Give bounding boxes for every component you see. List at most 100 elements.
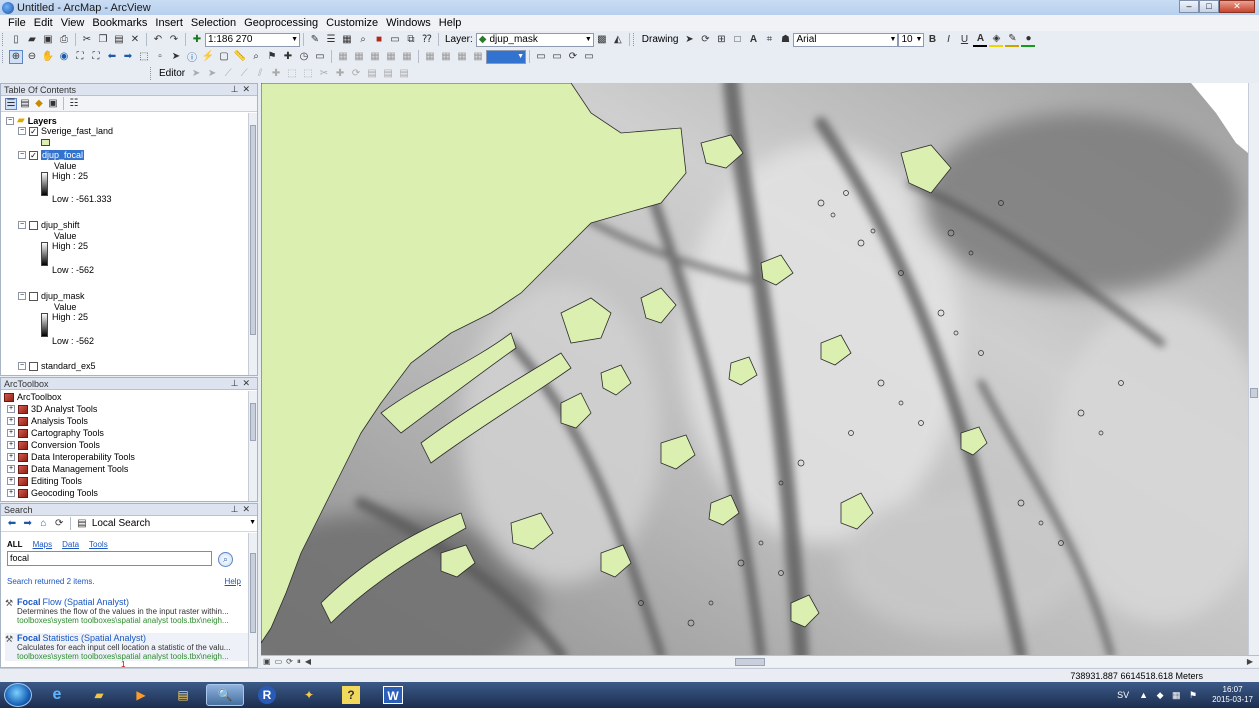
toc-options-icon[interactable]: ☷ <box>68 98 80 110</box>
search-scope-select[interactable]: Local Search ▼ <box>90 517 257 531</box>
menu-customize[interactable]: Customize <box>322 17 382 29</box>
r-console-icon[interactable]: R <box>248 684 286 706</box>
font-color-picker-icon[interactable]: ☗ <box>778 33 792 47</box>
clear-selection-icon[interactable]: ▫ <box>153 50 167 64</box>
arctoolbox-root[interactable]: ArcToolbox <box>4 392 62 402</box>
fill-color-icon[interactable]: ◈ <box>989 33 1004 47</box>
layout-zoom-icon[interactable]: ▦ <box>352 50 366 64</box>
menu-windows[interactable]: Windows <box>382 17 435 29</box>
swipe-icon[interactable]: ▩ <box>595 33 609 47</box>
menu-view[interactable]: View <box>57 17 89 29</box>
time-slider-icon[interactable]: ◷ <box>297 50 311 64</box>
toolbox-data-interoperability[interactable]: + Data Interoperability Tools <box>7 452 135 462</box>
line-color-icon[interactable]: ✎ <box>1005 33 1020 47</box>
map-canvas[interactable] <box>261 83 1248 655</box>
list-by-source-icon[interactable]: ▤ <box>19 98 31 110</box>
pin-icon[interactable]: ⊥ <box>231 378 243 388</box>
list-by-selection-icon[interactable]: ▣ <box>47 98 59 110</box>
fixed-zoom-out-icon[interactable]: ⛶ <box>89 50 103 64</box>
help-taskbar-icon[interactable]: ? <box>332 684 370 706</box>
refresh-icon[interactable]: ⟳ <box>52 517 66 531</box>
underline-button[interactable]: U <box>957 33 971 47</box>
layer-row-djup-focal[interactable]: − ✓ djup_focal <box>18 150 85 160</box>
close-panel-icon[interactable]: ✕ <box>242 84 254 94</box>
internet-explorer-icon[interactable]: e <box>38 684 76 706</box>
effects-icon[interactable]: ▦ <box>439 50 453 64</box>
pin-icon[interactable]: ⊥ <box>231 504 243 514</box>
layer-visibility-checkbox[interactable] <box>29 361 38 371</box>
whats-this-icon[interactable]: ⁇ <box>420 33 434 47</box>
text-icon[interactable]: A <box>746 33 760 47</box>
edit-vertices-gray-icon[interactable]: ⬚ <box>285 67 299 81</box>
bold-button[interactable]: B <box>925 33 939 47</box>
italic-button[interactable]: I <box>941 33 955 47</box>
menu-selection[interactable]: Selection <box>187 17 240 29</box>
brightness-icon[interactable]: ▦ <box>471 50 485 64</box>
map-vscroll-thumb[interactable] <box>1250 388 1258 398</box>
list-by-drawing-order-icon[interactable]: ☰ <box>5 97 17 110</box>
search-go-button[interactable]: ⌕ <box>218 552 233 567</box>
arccatalog-icon[interactable]: ▤ <box>164 684 202 706</box>
close-panel-icon[interactable]: ✕ <box>242 378 254 388</box>
fixed-zoom-in-icon[interactable]: ⛶ <box>73 50 87 64</box>
delete-icon[interactable]: ✕ <box>128 33 142 47</box>
language-indicator[interactable]: SV <box>1117 690 1129 700</box>
full-extent-icon[interactable]: ◉ <box>57 50 71 64</box>
back-extent-icon[interactable]: ⬅ <box>105 50 119 64</box>
menu-insert[interactable]: Insert <box>151 17 187 29</box>
forward-icon[interactable]: ➡ <box>21 517 35 531</box>
rectangle-icon[interactable]: □ <box>730 33 744 47</box>
table-of-contents-icon[interactable]: ☰ <box>324 33 338 47</box>
forward-extent-icon[interactable]: ➡ <box>121 50 135 64</box>
undo-icon[interactable]: ↶ <box>151 33 165 47</box>
toolbox-geocoding[interactable]: + Geocoding Tools <box>7 488 98 498</box>
pause-drawing-icon[interactable]: ▭ <box>582 50 596 64</box>
catalog-window-icon[interactable]: ▦ <box>340 33 354 47</box>
add-data-icon[interactable]: ✚ <box>190 33 204 47</box>
select-elements-icon[interactable]: ➤ <box>682 33 696 47</box>
word-icon[interactable]: W <box>374 684 412 706</box>
refresh-view-button[interactable]: ⟳ <box>286 657 293 666</box>
search-input[interactable]: focal <box>7 551 212 566</box>
edit-annotation-icon[interactable]: ➤ <box>205 67 219 81</box>
search-result[interactable]: ⚒ Focal Statistics (Spatial Analyst) Cal… <box>5 633 249 661</box>
map-scale-combo[interactable]: 1:186 270 ▼ <box>205 32 300 47</box>
image-analysis-icon[interactable]: ▦ <box>423 50 437 64</box>
tray-icons[interactable]: ▲ ◆ ▦ ⚑ <box>1139 690 1200 701</box>
text-color-icon[interactable]: A <box>973 33 988 47</box>
pin-icon[interactable]: ⊥ <box>231 84 243 94</box>
go-to-xy-icon[interactable]: ✚ <box>281 50 295 64</box>
select-features-icon[interactable]: ⬚ <box>137 50 151 64</box>
media-player-icon[interactable]: ▶ <box>122 684 160 706</box>
menu-bookmarks[interactable]: Bookmarks <box>88 17 151 29</box>
zoom-to-elements-icon[interactable]: ⊞ <box>714 33 728 47</box>
straight-segment-icon[interactable]: ⟋ <box>221 67 235 81</box>
close-button[interactable]: ✕ <box>1219 0 1255 13</box>
clock[interactable]: 16:07 2015-03-17 <box>1212 685 1253 705</box>
html-popup-icon[interactable]: ▢ <box>217 50 231 64</box>
layout-extent-icon[interactable]: ▦ <box>384 50 398 64</box>
toc-scroll-thumb[interactable] <box>250 125 256 335</box>
measure-icon[interactable]: 📏 <box>233 50 247 64</box>
attributes-icon[interactable]: ▤ <box>365 67 379 81</box>
toolbox-conversion[interactable]: + Conversion Tools <box>7 440 100 450</box>
filter-all[interactable]: ALL <box>7 540 23 549</box>
layer-row-djup-shift[interactable]: − djup_shift <box>18 220 80 230</box>
layout-pan-icon[interactable]: ▦ <box>368 50 382 64</box>
create-viewer-window-icon[interactable]: ▭ <box>313 50 327 64</box>
layer-row-standard-ex5[interactable]: − standard_ex5 <box>18 361 96 371</box>
toolbox-analysis[interactable]: + Analysis Tools <box>7 416 88 426</box>
back-icon[interactable]: ⬅ <box>5 517 19 531</box>
layout-page-icon[interactable]: ▦ <box>400 50 414 64</box>
start-button[interactable] <box>4 683 32 707</box>
redo-icon[interactable]: ↷ <box>167 33 181 47</box>
arctoolbox-scroll-thumb[interactable] <box>250 403 256 441</box>
menu-edit[interactable]: Edit <box>30 17 57 29</box>
end-point-arc-icon[interactable]: ⟋ <box>237 67 251 81</box>
toolbox-3d-analyst[interactable]: +3D Analyst Tools <box>7 404 97 414</box>
collapse-icon[interactable]: − <box>18 221 26 229</box>
new-document-icon[interactable]: ▯ <box>9 33 23 47</box>
minimize-button[interactable]: – <box>1179 0 1199 13</box>
search-scroll-thumb[interactable] <box>250 553 256 633</box>
menu-file[interactable]: File <box>4 17 30 29</box>
